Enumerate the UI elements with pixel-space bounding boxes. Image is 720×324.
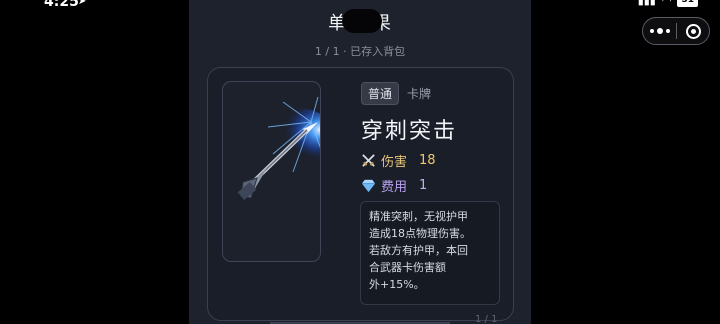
status-indicators: ▮▮▮ ◠ 51 [638,0,698,7]
card-description: 精准突刺，无视护甲 造成18点物理伤害。 若敌方有护甲，本回 合武器卡伤害额 外… [360,201,500,305]
damage-label: 伤害 [381,155,408,170]
location-icon: ➤ [78,0,87,7]
description-line: 外+15%。 [369,278,425,291]
spear-icon [237,96,320,200]
card-name: 穿刺突击 [361,119,458,144]
rarity-badge: 普通 [361,82,400,105]
cost-stat: 费用 1 [361,176,427,195]
cost-value: 1 [419,178,428,193]
description-line: 若敌方有护甲，本回 [369,244,468,257]
cost-label: 费用 [381,180,408,195]
battery-icon: 51 [677,0,698,7]
card-type-label: 卡牌 [407,87,432,101]
wifi-icon: ◠ [661,0,672,7]
close-circle-icon[interactable] [677,23,709,39]
description-line: 精准突刺，无视护甲 [369,210,468,223]
crossed-swords-icon [362,154,375,167]
damage-stat: 伤害 18 [361,151,436,170]
more-dots-icon[interactable] [643,18,676,44]
draw-result-modal: 单 结果 1 / 1 · 已存入背包 [189,0,531,324]
card-panel[interactable]: 普通 卡牌 穿刺突击 伤害 18 费用 1 精准突刺，无视护甲 造成18点物理伤… [207,67,514,321]
page-indicator: 1 / 1 [475,314,498,324]
title-redaction [342,9,382,33]
description-line: 造成18点物理伤害。 [369,227,471,240]
diamond-icon [361,179,376,193]
modal-subtitle: 1 / 1 · 已存入背包 [314,45,406,58]
card-art [222,81,321,262]
signal-icon: ▮▮▮ [637,0,656,7]
description-line: 合武器卡伤害额 [369,261,446,274]
damage-value: 18 [419,153,436,168]
status-time: 4:25 [44,0,79,10]
miniprogram-capsule [642,17,710,45]
